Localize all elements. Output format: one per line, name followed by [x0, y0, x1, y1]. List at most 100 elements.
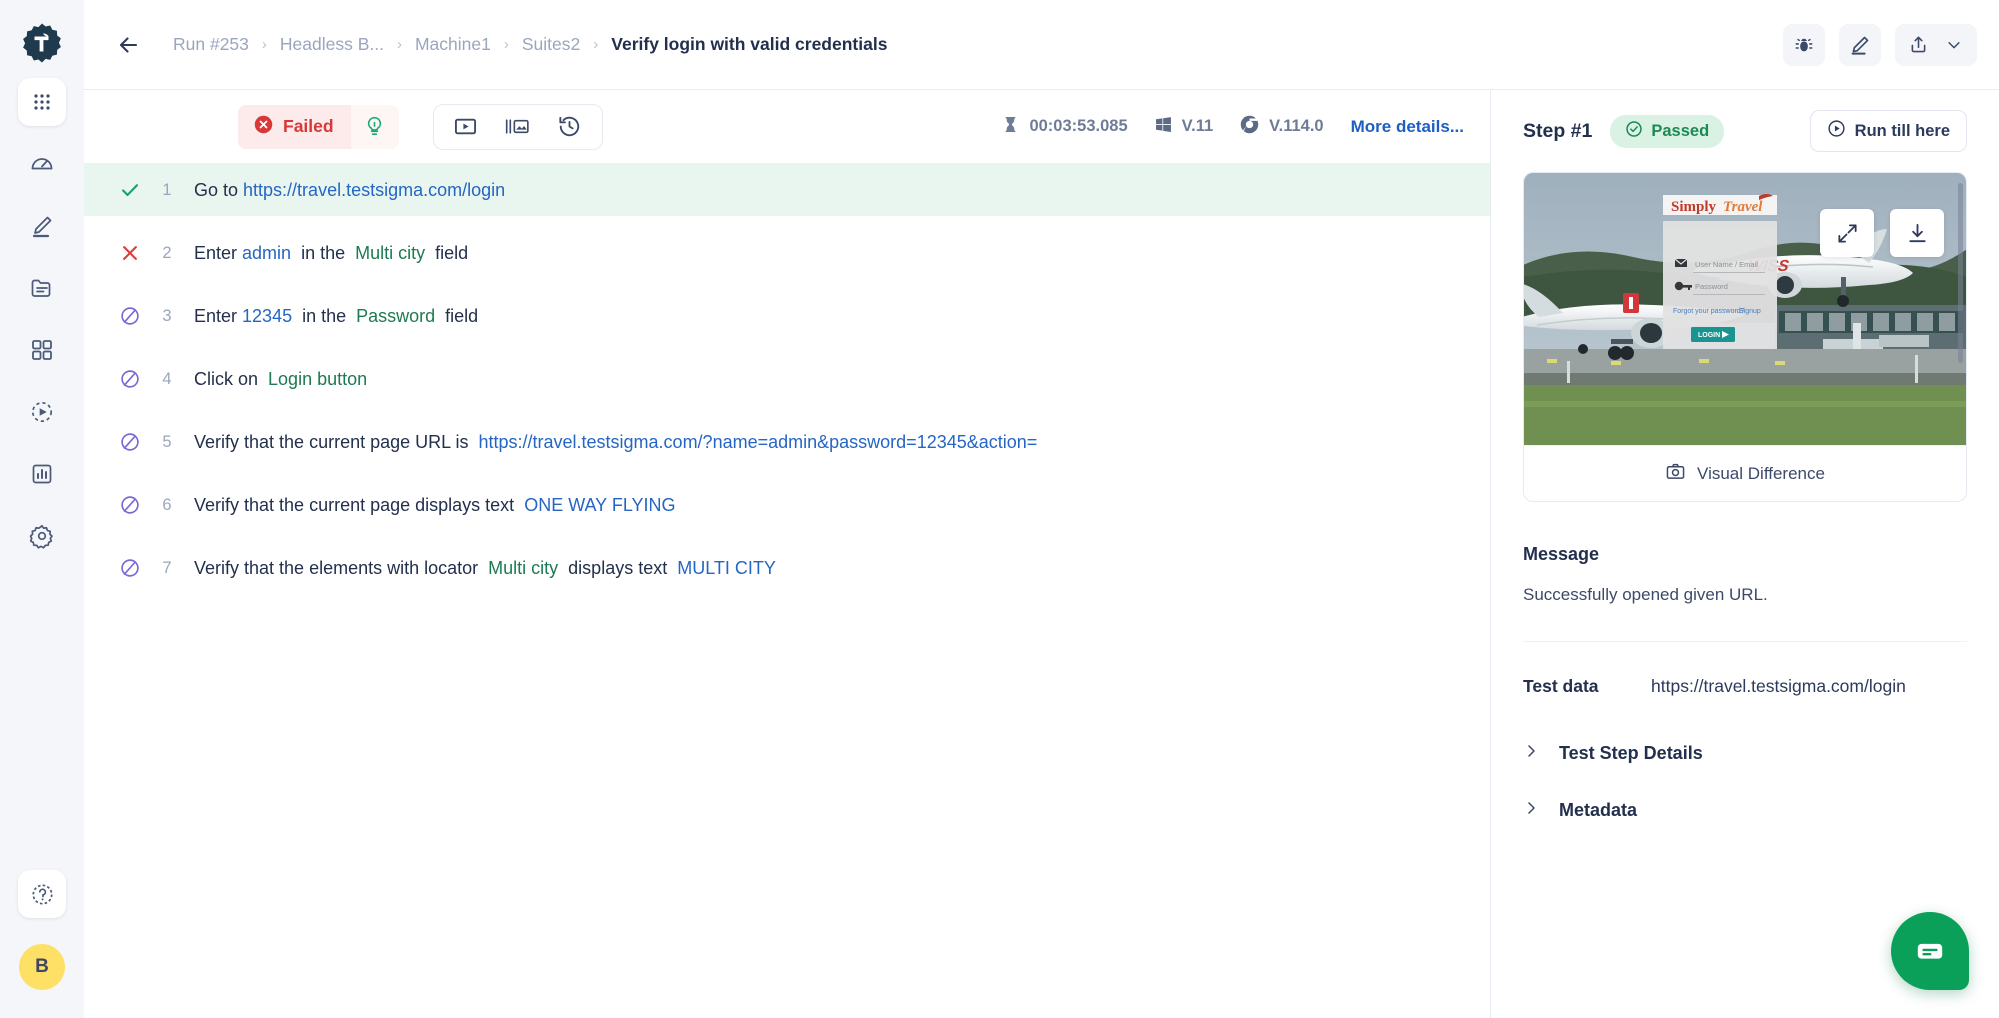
expand-arrows-icon[interactable]	[1820, 209, 1874, 257]
run-meta-group: 00:03:53.085 V.11 V.114.0 More details..…	[992, 114, 1464, 140]
message-label: Message	[1523, 544, 1600, 564]
step-row[interactable]: 4 Click on Login button	[84, 353, 1490, 405]
lightbulb-icon[interactable]	[350, 104, 399, 149]
content-area: Failed 00:03:53.085 V.11 V.114.0 More de…	[84, 90, 1999, 1018]
step-token-plain: Verify that the elements with locator	[194, 557, 489, 578]
test-data-row: Test data https://travel.testsigma.com/l…	[1523, 676, 1967, 697]
breadcrumb-item-3[interactable]: Suites2	[513, 34, 589, 55]
step-token-plain: Enter	[194, 242, 243, 263]
step-text: Go to https://travel.testsigma.com/login	[194, 180, 505, 201]
chevron-right-icon	[1523, 743, 1539, 764]
test-data-value: https://travel.testsigma.com/login	[1651, 676, 1906, 696]
play-circle-icon	[1827, 119, 1846, 143]
sidebar-item-test-cases[interactable]	[18, 264, 66, 312]
bug-icon[interactable]	[1783, 23, 1825, 66]
check-circle-icon	[1625, 120, 1643, 143]
step-row[interactable]: 6 Verify that the current page displays t…	[84, 479, 1490, 531]
step-token-elem: Password	[356, 305, 436, 326]
step-row[interactable]: 7 Verify that the elements with locator M…	[84, 542, 1490, 594]
accordion-test-step-details[interactable]: Test Step Details	[1523, 743, 1967, 764]
step-token-plain: Go to	[194, 179, 244, 200]
step-text: Enter 12345 in the Password field	[194, 306, 478, 327]
step-token-value: MULTI CITY	[677, 557, 776, 578]
history-clock-icon[interactable]	[544, 105, 596, 149]
error-circle-icon	[253, 114, 274, 140]
status-badge-label: Failed	[283, 116, 334, 136]
step-token-value: admin	[242, 242, 292, 263]
video-play-icon[interactable]	[440, 105, 492, 149]
chevron-right-icon	[1523, 800, 1539, 821]
step-token-elem: Multi city	[355, 242, 426, 263]
screenshot-preview[interactable]: WISS	[1524, 173, 1966, 445]
run-till-here-label: Run till here	[1854, 121, 1950, 140]
sidebar-item-create-tests[interactable]	[18, 202, 66, 250]
step-token-plain: in the	[291, 242, 356, 263]
step-token-value: 12345	[242, 305, 293, 326]
accordion-metadata[interactable]: Metadata	[1523, 800, 1967, 821]
step-detail-pane: Step #1 Passed Run till here Simply Trav…	[1491, 90, 1999, 1018]
help-button[interactable]	[18, 870, 66, 918]
step-detail-header: Step #1 Passed Run till here	[1523, 90, 1967, 172]
app-root: B Run #253 › Headless B... › Machine1 › …	[0, 0, 1999, 1018]
blocked-circle-icon	[110, 368, 150, 390]
step-status-label: Passed	[1651, 121, 1710, 140]
message-body: Successfully opened given URL.	[1523, 585, 1768, 604]
testsigma-logo-icon[interactable]	[21, 22, 63, 64]
more-details-link[interactable]: More details...	[1351, 117, 1464, 137]
breadcrumb-separator: ›	[593, 36, 599, 53]
step-number: 2	[162, 243, 172, 262]
media-buttons-group	[432, 103, 603, 150]
step-row[interactable]: 2 Enter admin in the Multi city field	[84, 227, 1490, 279]
windows-icon	[1154, 115, 1173, 139]
sidebar-item-apps[interactable]	[18, 78, 66, 126]
step-token-elem: Login button	[268, 368, 368, 389]
screenshot-scrollbar[interactable]	[1958, 183, 1963, 363]
download-icon[interactable]	[1890, 209, 1944, 257]
step-token-link[interactable]: https://travel.testsigma.com/?name=admin…	[478, 432, 1037, 453]
screenshot-overlay-actions	[1820, 209, 1944, 257]
share-upload-icon[interactable]	[1901, 24, 1935, 66]
avatar[interactable]: B	[19, 944, 65, 990]
step-text: Click on Login button	[194, 369, 367, 390]
steps-list: 1 Go to https://travel.testsigma.com/logi…	[84, 164, 1490, 1018]
chevron-down-icon[interactable]	[1937, 24, 1971, 66]
blocked-circle-icon	[110, 494, 150, 516]
step-number: 7	[162, 558, 172, 577]
sidebar-item-reports[interactable]	[18, 450, 66, 498]
step-row[interactable]: 1 Go to https://travel.testsigma.com/logi…	[84, 164, 1490, 216]
duration-value: 00:03:53.085	[1029, 117, 1128, 135]
pencil-edit-icon[interactable]	[1839, 23, 1881, 66]
avatar-initial: B	[35, 956, 49, 977]
step-token-link[interactable]: https://travel.testsigma.com/login	[243, 180, 505, 201]
test-data-label: Test data	[1523, 676, 1599, 696]
top-header: Run #253 › Headless B... › Machine1 › Su…	[84, 0, 1999, 90]
accordion-label: Test Step Details	[1559, 743, 1703, 763]
screenshots-compare-icon[interactable]	[492, 105, 544, 149]
cross-icon	[110, 242, 150, 264]
os-version: V.11	[1181, 117, 1214, 135]
sidebar-item-test-suites[interactable]	[18, 326, 66, 374]
breadcrumb-item-0[interactable]: Run #253	[164, 34, 258, 55]
duration-meta: 00:03:53.085	[992, 115, 1136, 139]
step-token-plain: in the	[292, 305, 357, 326]
share-menu[interactable]	[1895, 23, 1977, 66]
breadcrumb-item-2[interactable]: Machine1	[406, 34, 500, 55]
chat-bubble-icon[interactable]	[1891, 912, 1969, 990]
sidebar-item-test-plans[interactable]	[18, 388, 66, 436]
svg-text:Password: Password	[1695, 282, 1728, 291]
run-status-group: Failed	[238, 104, 399, 149]
visual-difference-button[interactable]: Visual Difference	[1524, 445, 1966, 501]
step-row[interactable]: 3 Enter 12345 in the Password field	[84, 290, 1490, 342]
step-title: Step #1	[1523, 119, 1593, 142]
sidebar-item-dashboard[interactable]	[18, 140, 66, 188]
step-row[interactable]: 5 Verify that the current page URL is htt…	[84, 416, 1490, 468]
sidebar-item-settings[interactable]	[18, 512, 66, 560]
arrow-left-icon[interactable]	[112, 28, 146, 62]
breadcrumb-item-1[interactable]: Headless B...	[271, 34, 393, 55]
status-badge: Failed	[238, 104, 351, 149]
step-token-plain: Verify that the current page URL is	[194, 431, 479, 452]
accordion-label: Metadata	[1559, 800, 1638, 820]
blocked-circle-icon	[110, 305, 150, 327]
hourglass-icon	[1001, 115, 1020, 139]
run-till-here-button[interactable]: Run till here	[1809, 110, 1967, 152]
